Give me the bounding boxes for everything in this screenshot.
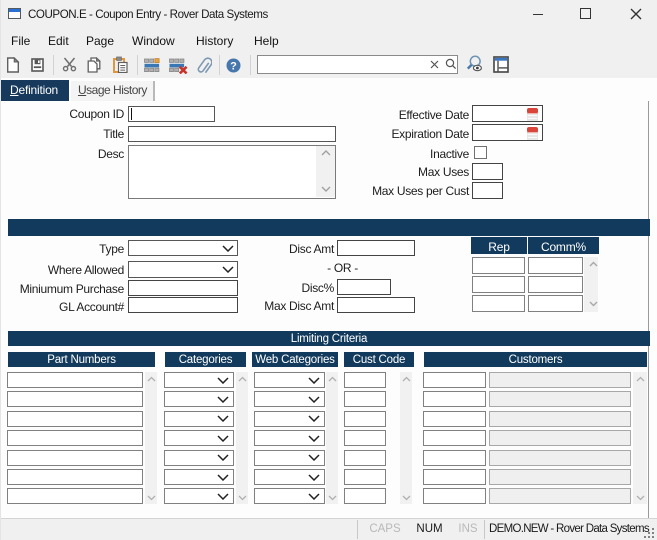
svg-text:?: ? <box>230 60 237 72</box>
